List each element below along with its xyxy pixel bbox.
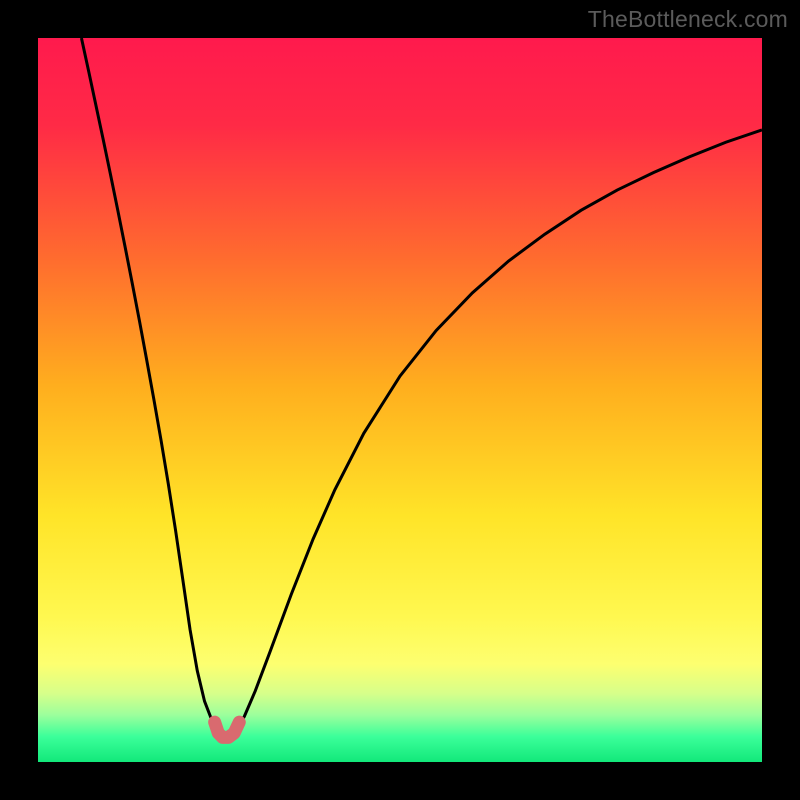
curve-right-branch xyxy=(238,130,762,727)
curve-left-branch xyxy=(81,38,216,727)
curves-layer xyxy=(38,38,762,762)
chart-frame: TheBottleneck.com xyxy=(0,0,800,800)
watermark-text: TheBottleneck.com xyxy=(588,6,788,33)
valley-marker xyxy=(215,722,240,737)
plot-area xyxy=(38,38,762,762)
